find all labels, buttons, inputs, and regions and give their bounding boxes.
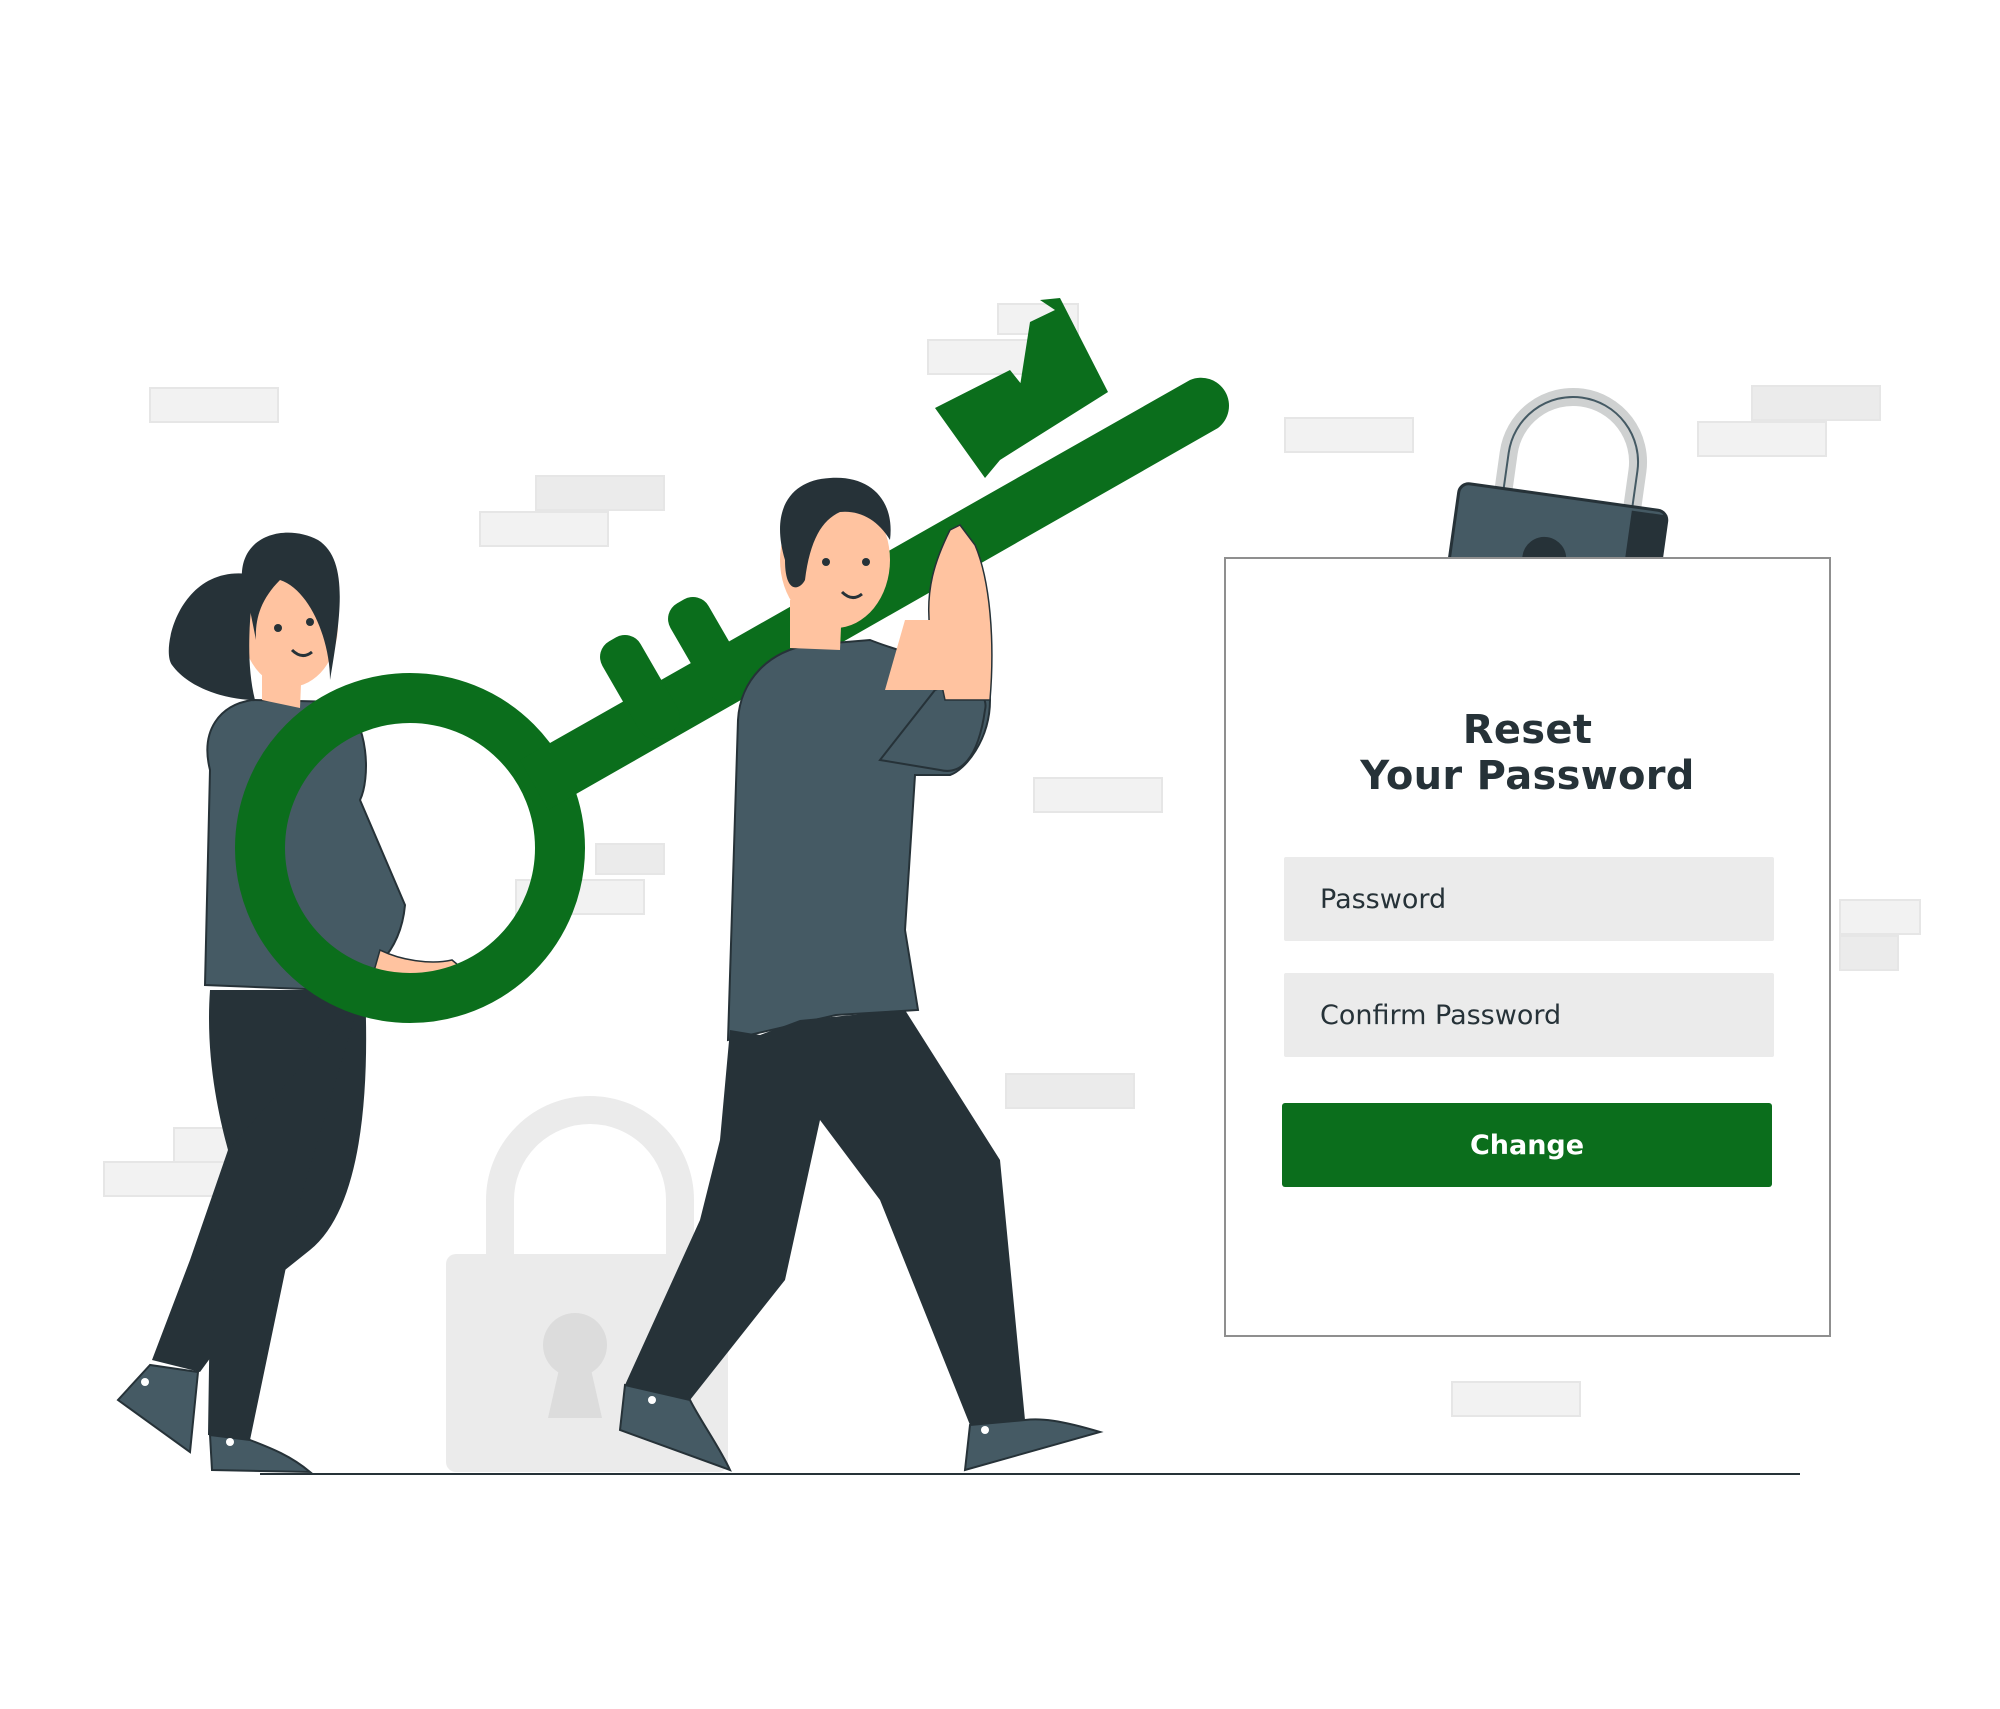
password-placeholder: Password [1320, 883, 1447, 915]
change-button-label: Change [1469, 1129, 1585, 1161]
password-field[interactable]: Password [1284, 857, 1774, 941]
card-title-line2: Your Password [1360, 753, 1695, 799]
card-title-line1: Reset [1462, 707, 1593, 753]
card-title: Reset Your Password [1226, 707, 1829, 799]
confirm-password-field[interactable]: Confirm Password [1284, 973, 1774, 1057]
change-button[interactable]: Change [1282, 1103, 1772, 1187]
confirm-password-placeholder: Confirm Password [1320, 999, 1562, 1031]
reset-password-card: Reset Your Password Password Confirm Pas… [1224, 557, 1831, 1337]
